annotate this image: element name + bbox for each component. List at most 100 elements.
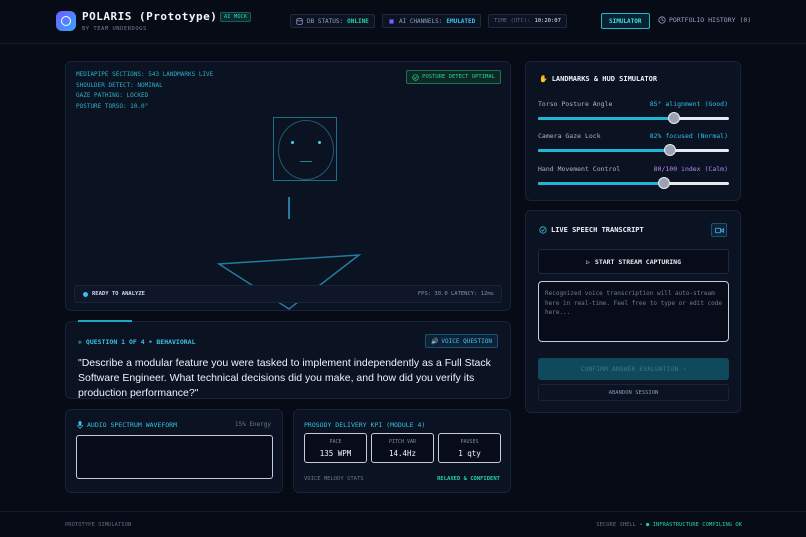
footer-status: ● INFRASTRUCTURE COMPILING OK	[645, 522, 742, 528]
voice-melody-label: VOICE MELODY STATS	[304, 476, 364, 482]
kpi-pace: PACE 135 WPM	[304, 433, 367, 463]
hand-icon: ✋	[539, 75, 548, 83]
app-title: POLARIS (Prototype)	[82, 10, 218, 23]
slider-fill	[538, 149, 670, 152]
app-logo	[56, 11, 76, 31]
footer-left: PROTOTYPE SIMULATION	[65, 522, 132, 528]
camera-feed-panel: MEDIAPIPE SECTIONS: 543 LANDMARKS LIVE S…	[65, 61, 511, 311]
mouth-marker	[300, 161, 312, 162]
ai-mock-badge: AI MOCK	[220, 12, 252, 22]
kpi-pauses: PAUSES 1 qty	[438, 433, 501, 463]
speaker-icon: 🔊	[430, 337, 439, 345]
database-icon	[296, 17, 303, 25]
slider-label-hand: Hand Movement Control	[538, 165, 621, 173]
history-icon	[658, 16, 666, 24]
portfolio-history-label: PORTFOLIO HISTORY (0)	[669, 16, 752, 24]
footer-right: SECURE SHELL • ● INFRASTRUCTURE COMPILIN…	[596, 522, 742, 528]
shoulder-skeleton	[216, 254, 362, 310]
fps-latency: FPS: 30.0 LATENCY: 12ms	[417, 291, 494, 297]
speech-title-label: LIVE SPEECH TRANSCRIPT	[551, 226, 644, 234]
start-stream-button[interactable]: ▷ START STREAM CAPTURING	[538, 249, 729, 274]
slider-torso[interactable]	[538, 112, 729, 124]
ai-channels-pill: AI CHANNELS: EMULATED	[382, 14, 482, 28]
slider-label-torso: Torso Posture Angle	[538, 100, 613, 108]
footer-prefix: SECURE SHELL •	[596, 522, 643, 528]
question-text: "Describe a modular feature you were tas…	[78, 357, 491, 399]
left-eye-marker	[291, 141, 294, 144]
question-progress-bar	[78, 320, 132, 322]
check-circle-icon	[539, 226, 547, 234]
waveform-canvas	[76, 435, 273, 479]
face-tracking-box	[273, 117, 337, 181]
slider-handle[interactable]	[663, 144, 676, 156]
camera-overlay-stats: MEDIAPIPE SECTIONS: 543 LANDMARKS LIVE S…	[76, 70, 213, 112]
ai-channels-label: AI CHANNELS:	[399, 17, 443, 25]
speech-transcript-panel: LIVE SPEECH TRANSCRIPT ▷ START STREAM CA…	[525, 210, 741, 413]
confirm-answer-button[interactable]: CONFIRM ANSWER EVALUATION ›	[538, 358, 729, 380]
kpi-value: 14.4Hz	[388, 449, 417, 458]
overlay-line: POSTURE TORSO: 10.0°	[76, 102, 149, 110]
microphone-icon	[77, 421, 83, 429]
time-label: TIME (UTC):	[494, 18, 531, 24]
right-eye-marker	[318, 141, 321, 144]
question-header-label: QUESTION 1 OF 4 • BEHAVIORAL	[85, 338, 196, 346]
portfolio-history-link[interactable]: PORTFOLIO HISTORY (0)	[658, 16, 751, 24]
time-pill: TIME (UTC): 10:20:07	[488, 14, 567, 28]
confirm-answer-label: CONFIRM ANSWER EVALUATION	[580, 365, 679, 373]
audio-energy: 15% Energy	[234, 421, 271, 428]
slider-label-gaze: Camera Gaze Lock	[538, 132, 601, 140]
slider-value-torso: 85° alignment (Good)	[649, 100, 728, 108]
ready-status: READY TO ANALYZE	[92, 291, 145, 297]
top-header: POLARIS (Prototype) AI MOCK BY TEAM UNDE…	[0, 0, 806, 44]
slider-gaze[interactable]	[538, 144, 729, 156]
check-circle-icon	[412, 73, 419, 81]
video-camera-icon	[714, 227, 724, 233]
transcript-textarea[interactable]: Recognized voice transcription will auto…	[538, 281, 729, 342]
footer: PROTOTYPE SIMULATION SECURE SHELL • ● IN…	[0, 511, 806, 537]
chevron-right-icon: ›	[682, 365, 687, 373]
slider-fill	[538, 182, 665, 185]
prosody-status: RELAXED & CONFIDENT	[437, 476, 500, 482]
play-icon: ▷	[585, 257, 590, 266]
slider-fill	[538, 117, 674, 120]
audio-waveform-panel: AUDIO SPECTRUM WAVEFORM 15% Energy	[65, 409, 283, 493]
kpi-label: PAUSES	[460, 439, 479, 445]
voice-question-label: VOICE QUESTION	[441, 337, 492, 345]
face-outline	[278, 120, 334, 180]
slider-handle[interactable]	[658, 177, 671, 189]
camera-status-bar: READY TO ANALYZE FPS: 30.0 LATENCY: 12ms	[74, 285, 502, 303]
kpi-pitch: PITCH VAR 14.4Hz	[371, 433, 434, 463]
kpi-label: PITCH VAR	[388, 439, 417, 445]
question-header: ✲ QUESTION 1 OF 4 • BEHAVIORAL	[78, 338, 196, 346]
start-stream-label: START STREAM CAPTURING	[594, 257, 681, 266]
db-status-value: ONLINE	[347, 17, 369, 25]
simulator-button[interactable]: SIMULATOR	[601, 13, 650, 29]
kpi-value: 1 qty	[458, 449, 481, 458]
posture-detect-button[interactable]: POSTURE DETECT OPTIMAL	[406, 70, 501, 84]
voice-question-button[interactable]: 🔊 VOICE QUESTION	[424, 334, 498, 348]
audio-title-label: AUDIO SPECTRUM WAVEFORM	[87, 421, 178, 429]
kpi-label: PACE	[329, 439, 342, 445]
app-subtitle: BY TEAM UNDERDOGS	[82, 26, 147, 32]
slider-hand[interactable]	[538, 177, 729, 189]
overlay-line: GAZE PATHING: LOCKED	[76, 92, 149, 99]
ready-indicator-dot	[83, 292, 88, 297]
camera-toggle-button[interactable]	[711, 223, 727, 237]
ai-channels-value: EMULATED	[446, 17, 476, 25]
time-value: 10:20:07	[534, 18, 561, 24]
posture-detect-label: POSTURE DETECT OPTIMAL	[422, 74, 495, 80]
db-status-label: DB STATUS:	[307, 17, 344, 25]
chip-icon	[389, 18, 394, 24]
landmarks-title-label: LANDMARKS & HUD SIMULATOR	[551, 75, 658, 83]
abandon-session-button[interactable]: ABANDON SESSION	[538, 384, 729, 401]
audio-title: AUDIO SPECTRUM WAVEFORM	[77, 421, 177, 429]
prosody-kpi-panel: PROSODY DELIVERY KPI (MODULE 4) PACE 135…	[293, 409, 511, 493]
slider-handle[interactable]	[667, 112, 680, 124]
landmarks-title: ✋ LANDMARKS & HUD SIMULATOR	[539, 75, 657, 83]
prosody-title: PROSODY DELIVERY KPI (MODULE 4)	[304, 421, 426, 429]
speech-title: LIVE SPEECH TRANSCRIPT	[539, 226, 644, 234]
slider-value-hand: 80/100 index (Calm)	[653, 165, 728, 173]
neck-line	[288, 197, 290, 219]
kpi-value: 135 WPM	[319, 449, 352, 458]
slider-value-gaze: 82% focused (Normal)	[649, 132, 728, 140]
